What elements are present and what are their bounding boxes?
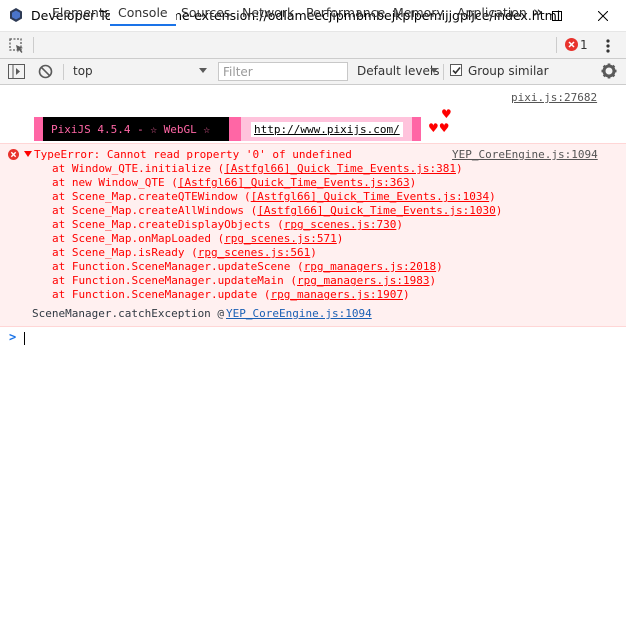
devtools-tabbar	[0, 32, 626, 59]
tab-network[interactable]: Network	[234, 0, 302, 26]
stack-frame-source-link[interactable]: rpg_managers.js:2018	[304, 260, 436, 273]
stack-frame-source-link[interactable]: rpg_managers.js:1907	[271, 288, 403, 301]
error-source-link[interactable]: YEP_CoreEngine.js:1094	[452, 148, 598, 161]
error-count-badge[interactable]	[565, 38, 579, 52]
context-label: top	[73, 64, 93, 78]
banner-pink-block	[34, 117, 43, 141]
error-count: 1	[580, 38, 588, 52]
toolbar-divider	[63, 64, 64, 80]
stack-frame: at Scene_Map.createAllWindows ([Astfgl66…	[52, 204, 502, 217]
banner-pink-block	[229, 117, 241, 141]
show-sidebar-icon[interactable]	[8, 64, 25, 79]
tab-memory[interactable]: Memory	[385, 0, 452, 26]
prompt-chevron-icon: >	[9, 330, 17, 344]
clear-console-icon[interactable]	[38, 64, 53, 79]
stack-frame-source-link[interactable]: rpg_scenes.js:561	[198, 246, 311, 259]
stack-frame-source-link[interactable]: rpg_scenes.js:730	[284, 218, 397, 231]
stack-frame: at Function.SceneManager.updateScene (rp…	[52, 260, 443, 273]
stack-frame: at Scene_Map.createQTEWindow ([Astfgl66]…	[52, 190, 496, 203]
stack-frame-close-paren: )	[403, 288, 410, 301]
more-tabs-button[interactable]: »	[533, 0, 543, 26]
log-levels-label: Default levels	[357, 64, 440, 78]
stack-frame-function: at Scene_Map.createQTEWindow (	[52, 190, 251, 203]
stack-frame-function: at Scene_Map.isReady (	[52, 246, 198, 259]
maximize-icon	[552, 10, 562, 21]
stack-frame-close-paren: )	[489, 190, 496, 203]
filter-input[interactable]	[218, 62, 348, 81]
stack-frame-function: at Scene_Map.onMapLoaded (	[52, 232, 225, 245]
stack-frame-close-paren: )	[429, 274, 437, 287]
toolbar-divider	[33, 37, 34, 53]
catch-source-link[interactable]: YEP_CoreEngine.js:1094	[226, 307, 372, 320]
stack-frame: at Function.SceneManager.update (rpg_man…	[52, 288, 410, 301]
tab-application[interactable]: Application	[449, 0, 535, 26]
stack-frame-function: at Function.SceneManager.updateMain (	[52, 274, 298, 287]
stack-frame: at Scene_Map.isReady (rpg_scenes.js:561)	[52, 246, 317, 259]
stack-frame-function: at Window_QTE.initialize (	[52, 162, 225, 175]
stack-frame-source-link[interactable]: [Astfgl66]_Quick_Time_Events.js:363	[178, 176, 410, 189]
stack-frame-source-link[interactable]: [Astfgl66]_Quick_Time_Events.js:1030	[257, 204, 495, 217]
stack-frame: at Scene_Map.createDisplayObjects (rpg_s…	[52, 218, 403, 231]
more-options-icon[interactable]	[604, 38, 612, 54]
stack-frame-source-link[interactable]: rpg_scenes.js:571	[224, 232, 337, 245]
stack-frame-source-link[interactable]: [Astfgl66]_Quick_Time_Events.js:1034	[251, 190, 489, 203]
devtools-app-icon	[10, 8, 22, 22]
error-circle-icon	[565, 38, 578, 51]
stack-frame: at new Window_QTE ([Astfgl66]_Quick_Time…	[52, 176, 416, 189]
heart-icon: ♥	[441, 107, 452, 121]
tab-sources[interactable]: Sources	[173, 0, 238, 26]
stack-frame-function: at new Window_QTE (	[52, 176, 178, 189]
console-prompt[interactable]: >	[0, 328, 626, 348]
error-circle-icon	[8, 149, 19, 160]
pixi-url-link[interactable]: http://www.pixijs.com/	[254, 123, 400, 136]
text-cursor	[24, 332, 25, 345]
close-button[interactable]	[580, 0, 626, 31]
stack-frame-source-link[interactable]: rpg_managers.js:1983	[297, 274, 429, 287]
stack-frame-close-paren: )	[310, 246, 317, 259]
stack-frame: at Window_QTE.initialize ([Astfgl66]_Qui…	[52, 162, 463, 175]
pixi-banner-text: PixiJS 4.5.4 - ☆ WebGL ☆	[51, 123, 210, 136]
stack-frame-close-paren: )	[436, 260, 443, 273]
stack-frame-close-paren: )	[336, 232, 344, 245]
hearts-icon: ♥♥	[428, 121, 450, 135]
console-message-log: pixi.js:27682 PixiJS 4.5.4 - ☆ WebGL ☆ h…	[0, 86, 626, 143]
stack-frame-close-paren: )	[396, 218, 404, 231]
inspect-element-icon[interactable]	[8, 37, 26, 55]
chevron-down-icon	[199, 68, 207, 73]
banner-pink-block	[412, 117, 421, 141]
close-icon	[598, 10, 608, 21]
tab-elements[interactable]: Elements	[44, 0, 118, 26]
stack-frame: at Function.SceneManager.updateMain (rpg…	[52, 274, 436, 287]
stack-frame-close-paren: )	[409, 176, 417, 189]
banner-url-box: http://www.pixijs.com/	[251, 122, 403, 137]
error-message: TypeError: Cannot read property '0' of u…	[34, 148, 352, 161]
expand-triangle-icon[interactable]	[24, 151, 32, 158]
banner-link-block: http://www.pixijs.com/	[241, 117, 412, 141]
toolbar-divider	[556, 37, 557, 53]
settings-gear-icon[interactable]	[601, 63, 617, 79]
log-levels-dropdown[interactable]: Default levels	[352, 61, 440, 82]
stack-frame: at Scene_Map.onMapLoaded (rpg_scenes.js:…	[52, 232, 343, 245]
checkmark-icon	[452, 66, 461, 75]
log-source-link[interactable]: pixi.js:27682	[511, 91, 597, 104]
stack-frame-function: at Scene_Map.createDisplayObjects (	[52, 218, 284, 231]
tab-console[interactable]: Console	[110, 0, 176, 26]
context-selector[interactable]: top	[67, 61, 211, 82]
chevron-down-icon	[430, 68, 438, 73]
stack-frame-function: at Scene_Map.createAllWindows (	[52, 204, 258, 217]
catch-exception-label: SceneManager.catchException @	[32, 307, 225, 320]
banner-black-block: PixiJS 4.5.4 - ☆ WebGL ☆	[43, 117, 229, 141]
tab-performance[interactable]: Performance	[298, 0, 393, 26]
stack-frame-close-paren: )	[495, 204, 503, 217]
stack-frame-function: at Function.SceneManager.update (	[52, 288, 271, 301]
group-similar-label: Group similar	[468, 64, 549, 78]
group-similar-checkbox[interactable]	[450, 64, 462, 76]
console-error-message: TypeError: Cannot read property '0' of u…	[0, 143, 626, 327]
stack-frame-close-paren: )	[455, 162, 463, 175]
toolbar-divider	[443, 64, 444, 80]
stack-frame-source-link[interactable]: [Astfgl66]_Quick_Time_Events.js:381	[224, 162, 456, 175]
stack-frame-function: at Function.SceneManager.updateScene (	[52, 260, 304, 273]
